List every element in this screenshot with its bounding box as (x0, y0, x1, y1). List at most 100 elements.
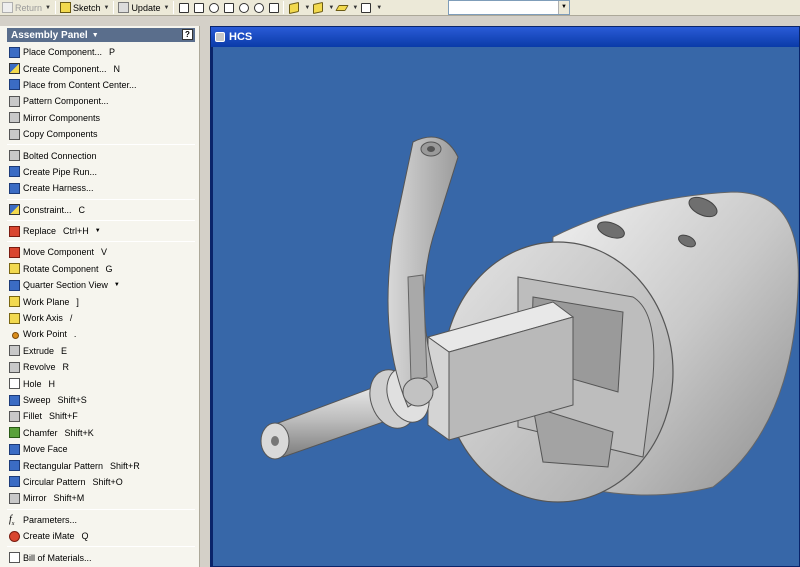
look-at-button[interactable] (266, 1, 281, 15)
copy-components-icon (9, 128, 20, 140)
panel-item-label: Work Point (23, 329, 67, 340)
rotate-component-icon (9, 263, 20, 275)
chevron-down-icon[interactable]: ▼ (163, 5, 169, 11)
panel-item-create-component[interactable]: Create Component... N (7, 60, 195, 76)
panel-item-quarter-section-view[interactable]: Quarter Section View ▼ (7, 277, 195, 293)
panel-item-label: Copy Components (23, 129, 98, 140)
panel-item-constraint[interactable]: Constraint... C (7, 202, 195, 218)
window-title: HCS (229, 31, 253, 43)
panel-item-label: Constraint... (23, 204, 72, 215)
zoom-all-button[interactable] (176, 1, 191, 15)
toolbar-divider (283, 1, 285, 14)
chevron-down-icon[interactable]: ▼ (92, 32, 99, 39)
panel-item-sweep[interactable]: Sweep Shift+S (7, 392, 195, 408)
return-button[interactable]: Return ▼ (0, 1, 53, 15)
panel-item-label: Extrude (23, 345, 55, 356)
ground-plane-button[interactable] (334, 1, 349, 15)
zoom-window-button[interactable] (191, 1, 206, 15)
panel-item-bill-of-materials[interactable]: Bill of Materials... (7, 549, 195, 565)
panel-item-label: Replace (23, 226, 57, 237)
panel-item-label: Bolted Connection (23, 150, 97, 161)
chevron-down-icon[interactable]: ▼ (558, 1, 569, 14)
panel-item-shortcut: C (78, 204, 86, 215)
rotate-button[interactable] (251, 1, 266, 15)
extrude-icon (9, 345, 20, 357)
panel-title: Assembly Panel (11, 29, 88, 41)
assembly-panel: Assembly Panel ▼ ? Place Component... P C… (0, 26, 200, 567)
panel-item-create-pipe-run[interactable]: Create Pipe Run... (7, 164, 195, 180)
panel-item-replace[interactable]: Replace Ctrl+H ▼ (7, 223, 195, 239)
pipe-run-icon (9, 166, 20, 178)
panel-item-bolted-connection[interactable]: Bolted Connection (7, 147, 195, 163)
imate-icon (9, 530, 20, 542)
chevron-down-icon[interactable]: ▼ (103, 5, 109, 11)
panel-item-label: Create Component... (23, 63, 107, 74)
panel-item-hole[interactable]: Hole H (7, 375, 195, 391)
panel-item-move-face[interactable]: Move Face (7, 441, 195, 457)
panel-item-pattern-component[interactable]: Pattern Component... (7, 93, 195, 109)
section-view-icon (9, 279, 20, 291)
panel-item-extrude[interactable]: Extrude E (7, 343, 195, 359)
return-label: Return (15, 2, 43, 13)
panel-item-shortcut: Ctrl+H (63, 226, 89, 237)
main-toolbar: Return ▼ Sketch ▼ Update ▼ ▼ ▼ ▼ ▼ ▼ (0, 0, 800, 16)
panel-item-work-axis[interactable]: Work Axis / (7, 310, 195, 326)
panel-item-label: Mirror (23, 493, 47, 504)
panel-item-circular-pattern[interactable]: Circular Pattern Shift+O (7, 474, 195, 490)
panel-item-label: Place from Content Center... (23, 79, 137, 90)
structure-button[interactable] (358, 1, 373, 15)
move-component-icon (9, 246, 20, 258)
panel-item-place-component[interactable]: Place Component... P (7, 44, 195, 60)
move-face-icon (9, 443, 20, 455)
panel-item-chamfer[interactable]: Chamfer Shift+K (7, 425, 195, 441)
panel-item-shortcut: E (61, 345, 68, 356)
panel-item-create-harness[interactable]: Create Harness... (7, 180, 195, 196)
update-button[interactable]: Update ▼ (116, 1, 171, 15)
panel-item-revolve[interactable]: Revolve R (7, 359, 195, 375)
panel-item-shortcut: Q (81, 531, 89, 542)
panel-item-mirror-components[interactable]: Mirror Components (7, 110, 195, 126)
chevron-down-icon[interactable]: ▼ (45, 5, 51, 11)
panel-item-label: Bill of Materials... (23, 552, 92, 563)
chevron-down-icon[interactable]: ▼ (376, 5, 382, 11)
panel-item-work-plane[interactable]: Work Plane] (7, 293, 195, 309)
panel-item-mirror[interactable]: Mirror Shift+M (7, 490, 195, 506)
bill-of-materials-icon (9, 552, 20, 564)
return-arrow-icon (2, 2, 13, 13)
constraint-icon (9, 204, 20, 216)
sketch-button[interactable]: Sketch ▼ (58, 1, 111, 15)
panel-item-rectangular-pattern[interactable]: Rectangular Pattern Shift+R (7, 457, 195, 473)
window-titlebar[interactable]: HCS (211, 27, 799, 47)
help-icon[interactable]: ? (182, 29, 193, 40)
panel-item-fillet[interactable]: Fillet Shift+F (7, 408, 195, 424)
chevron-down-icon[interactable]: ▼ (95, 228, 101, 234)
panel-item-work-point[interactable]: Work Point. (7, 326, 195, 342)
panel-item-label: Revolve (23, 362, 56, 373)
camera-button[interactable] (310, 1, 325, 15)
panel-item-label: Sweep (23, 395, 51, 405)
zoom-select-button[interactable] (221, 1, 236, 15)
panel-header[interactable]: Assembly Panel ▼ ? (7, 28, 195, 42)
zoom-all-icon (178, 2, 189, 13)
rotate-icon (253, 2, 264, 13)
panel-item-parameters[interactable]: fx Parameters... (7, 512, 195, 528)
panel-item-shortcut: R (62, 362, 70, 373)
chevron-down-icon[interactable]: ▼ (114, 282, 120, 288)
panel-item-move-component[interactable]: Move Component V (7, 244, 195, 260)
panel-item-label: Move Component (23, 247, 95, 258)
mirror-components-icon (9, 112, 20, 124)
toolbar-divider (173, 1, 175, 14)
graphics-viewport[interactable] (213, 47, 799, 566)
panel-item-rotate-component[interactable]: Rotate Component G (7, 261, 195, 277)
toolbar-combo[interactable]: ▼ (448, 0, 570, 15)
panel-item-shortcut: Shift+F (49, 411, 78, 422)
panel-item-place-content-center[interactable]: Place from Content Center... (7, 77, 195, 93)
panel-item-label: Chamfer (23, 427, 58, 438)
panel-item-shortcut: G (105, 263, 113, 274)
panel-item-create-imate[interactable]: Create iMate Q (7, 528, 195, 544)
zoom-button[interactable] (236, 1, 251, 15)
display-mode-button[interactable] (286, 1, 301, 15)
assembly-document-icon (215, 32, 225, 42)
panel-item-copy-components[interactable]: Copy Components (7, 126, 195, 142)
pan-button[interactable] (206, 1, 221, 15)
